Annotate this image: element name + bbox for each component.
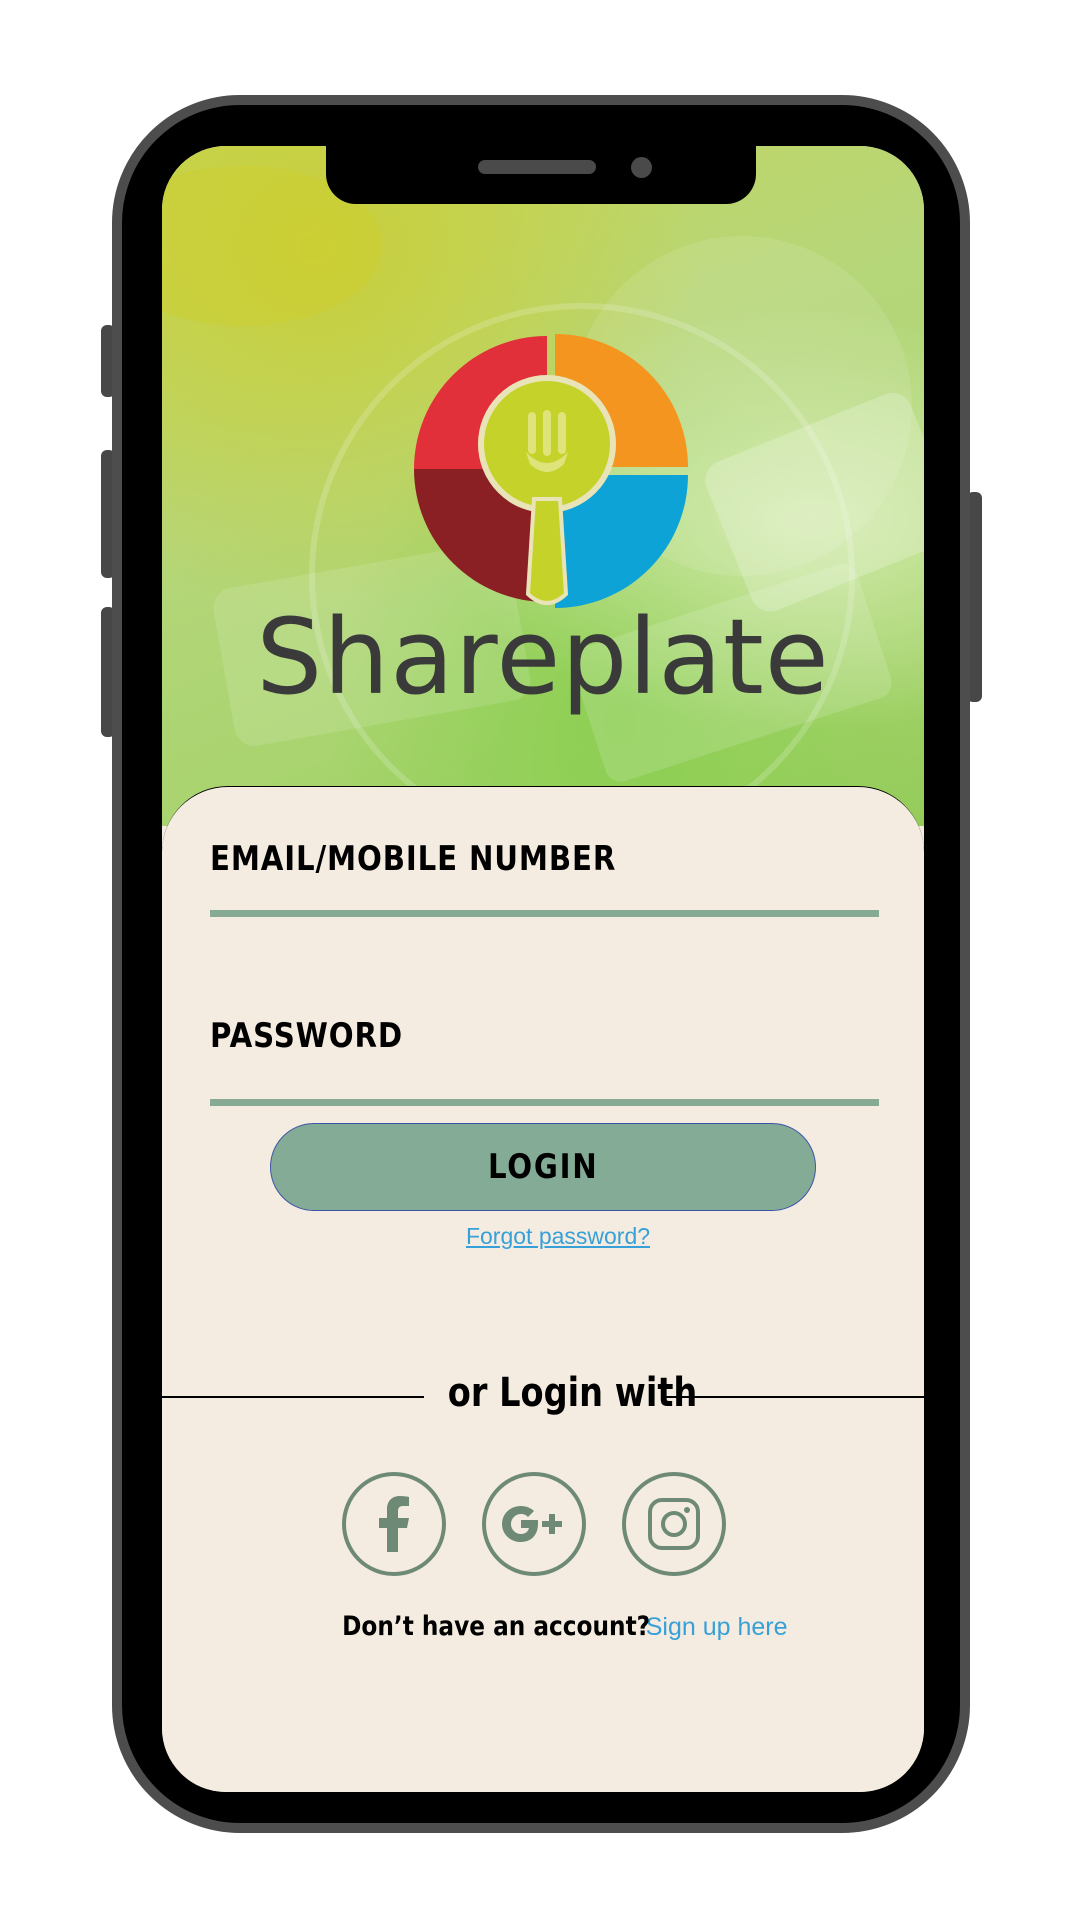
hero-background: Shareplate xyxy=(162,146,924,826)
signup-link[interactable]: Sign up here xyxy=(646,1613,788,1641)
email-field[interactable] xyxy=(210,879,879,917)
social-divider-overlay: or Login with xyxy=(424,1363,697,1423)
brand-wordmark: Shareplate xyxy=(256,596,830,718)
forgot-password-link[interactable]: Forgot password? xyxy=(162,1223,924,1250)
instagram-login-button[interactable] xyxy=(622,1472,726,1576)
social-divider-overlay-label: or Login with xyxy=(447,1370,698,1416)
speaker-grille xyxy=(478,160,596,174)
shareplate-logo xyxy=(414,334,688,608)
login-button[interactable]: LOGIN xyxy=(270,1123,816,1211)
password-field[interactable] xyxy=(210,1068,879,1106)
front-camera xyxy=(631,157,652,178)
facebook-icon xyxy=(379,1496,409,1552)
instagram-icon xyxy=(648,1498,700,1550)
email-label: EMAIL/MOBILE NUMBER xyxy=(210,839,617,879)
facebook-login-button[interactable] xyxy=(342,1472,446,1576)
login-button-label: LOGIN xyxy=(487,1147,599,1187)
google-plus-login-button[interactable] xyxy=(482,1472,586,1576)
signup-prompt: Don’t have an account? xyxy=(342,1611,651,1642)
phone-notch xyxy=(326,146,756,204)
signup-row: Don’t have an account? Sign up here xyxy=(0,1611,1080,1642)
google-plus-icon xyxy=(502,1506,562,1542)
password-label: PASSWORD xyxy=(210,1016,403,1056)
